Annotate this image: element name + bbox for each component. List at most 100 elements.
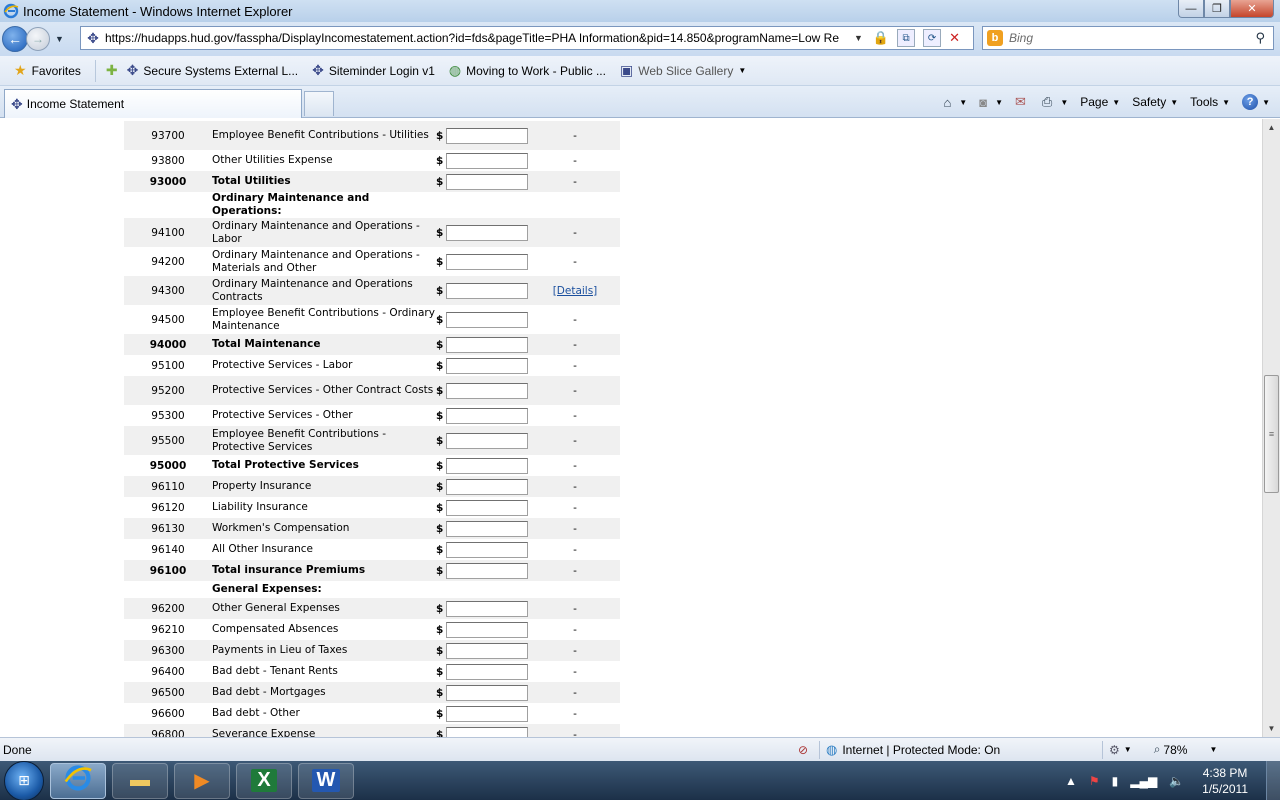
taskbar-media-player-button[interactable]: ▶ (174, 762, 230, 799)
status-bar: Done ⊘ ◍ Internet | Protected Mode: On ⚙… (0, 737, 1280, 761)
close-window-button[interactable]: ✕ (1230, 0, 1274, 18)
address-bar[interactable]: ✥ https://hudapps.hud.gov/fasspha/Displa… (80, 26, 974, 50)
fav-link-secure-systems[interactable]: ✥ Secure Systems External L... (127, 62, 298, 79)
power-icon[interactable]: ▮ (1112, 774, 1119, 788)
fav-link-moving-to-work[interactable]: ◍ Moving to Work - Public ... (449, 62, 606, 79)
refresh-icon[interactable]: ⟳ (923, 29, 942, 47)
page-menu[interactable]: Page ▼ (1080, 95, 1120, 109)
popup-blocked-icon[interactable]: ⊘ (793, 743, 813, 757)
currency-symbol: $ (436, 682, 444, 703)
search-box[interactable]: b Bing ⚲ (982, 26, 1274, 50)
amount-input[interactable] (446, 642, 528, 659)
minimize-button[interactable]: — (1178, 0, 1204, 18)
amount-input[interactable] (446, 357, 528, 374)
currency-symbol (436, 581, 444, 598)
account-code: 96300 (124, 640, 212, 661)
vertical-scrollbar[interactable]: ▲ ≡ ▼ (1262, 119, 1280, 737)
amount-input[interactable] (446, 224, 528, 241)
taskbar-explorer-button[interactable]: ▬ (112, 762, 168, 799)
amount-cell (444, 121, 530, 150)
amount-input[interactable] (446, 382, 528, 399)
show-desktop-button[interactable] (1266, 761, 1280, 800)
security-zone[interactable]: ◍ Internet | Protected Mode: On (826, 742, 1096, 758)
fav-link-siteminder[interactable]: ✥ Siteminder Login v1 (312, 62, 435, 79)
network-icon[interactable]: ▂▄▆ (1130, 774, 1157, 788)
amount-input[interactable] (446, 499, 528, 516)
forward-button[interactable]: → (26, 27, 50, 51)
account-description: Ordinary Maintenance and Operations: (212, 192, 370, 217)
table-row: 96400 Bad debt - Tenant Rents $ - (124, 661, 620, 682)
account-description: General Expenses: (212, 583, 322, 595)
amount-input[interactable] (446, 541, 528, 558)
protected-mode-icon[interactable]: ⚙ (1109, 743, 1120, 757)
search-icon[interactable]: ⚲ (1255, 30, 1265, 46)
chevron-down-icon[interactable]: ▼ (1124, 745, 1132, 754)
favorites-button[interactable]: ★ Favorites (14, 62, 81, 79)
amount-input[interactable] (446, 726, 528, 737)
details-placeholder: - (530, 334, 620, 355)
tab-income-statement[interactable]: ✥ Income Statement (4, 89, 302, 118)
amount-input[interactable] (446, 684, 528, 701)
new-tab-button[interactable] (304, 91, 334, 116)
amount-cell (444, 497, 530, 518)
address-dropdown[interactable]: ▼ (854, 33, 863, 43)
amount-input[interactable] (446, 127, 528, 144)
feeds-button[interactable]: ◙ ▼ (979, 95, 1003, 110)
taskbar-word-button[interactable]: W (298, 762, 354, 799)
taskbar-excel-button[interactable]: X (236, 762, 292, 799)
amount-input[interactable] (446, 562, 528, 579)
fav-link-web-slice-gallery[interactable]: ▣ Web Slice Gallery ▼ (620, 62, 746, 79)
search-input[interactable]: Bing (1009, 31, 1255, 45)
stop-icon[interactable]: ✕ (949, 30, 960, 46)
account-code: 93800 (151, 154, 185, 167)
amount-input[interactable] (446, 282, 528, 299)
print-button[interactable]: ⎙ ▼ (1042, 94, 1068, 110)
window-title: Income Statement - Windows Internet Expl… (23, 3, 293, 19)
fav-link-label: Web Slice Gallery (638, 63, 734, 78)
volume-icon[interactable]: 🔈 (1169, 774, 1184, 788)
restore-button[interactable]: ❐ (1204, 0, 1230, 18)
home-button[interactable]: ⌂ ▼ (943, 95, 967, 110)
amount-input[interactable] (446, 600, 528, 617)
recent-pages-dropdown[interactable]: ▼ (55, 34, 64, 44)
url-text[interactable]: https://hudapps.hud.gov/fasspha/DisplayI… (105, 31, 850, 45)
clock[interactable]: 4:38 PM 1/5/2011 (1202, 765, 1248, 797)
compatibility-view-icon[interactable]: ⧉ (897, 29, 916, 47)
home-icon: ⌂ (943, 94, 952, 110)
table-row: 94100 Ordinary Maintenance and Operations… (124, 218, 620, 247)
amount-input[interactable] (446, 407, 528, 424)
add-to-favorites-bar-button[interactable]: ✚ (106, 62, 123, 79)
currency-symbol: $ (436, 121, 444, 150)
amount-input[interactable] (446, 663, 528, 680)
help-menu[interactable]: ? ▼ (1242, 94, 1270, 110)
web-slice-icon: ▣ (619, 62, 634, 78)
show-hidden-icons-button[interactable]: ▲ (1065, 774, 1077, 788)
scroll-up-button[interactable]: ▲ (1263, 119, 1280, 136)
details-link[interactable]: [Details] (553, 285, 598, 297)
amount-input[interactable] (446, 478, 528, 495)
back-button[interactable]: ← (2, 26, 28, 52)
tools-menu[interactable]: Tools ▼ (1190, 95, 1230, 109)
safety-menu[interactable]: Safety ▼ (1132, 95, 1178, 109)
taskbar-ie-button[interactable] (50, 762, 106, 799)
details-placeholder: - (573, 459, 577, 472)
amount-input[interactable] (446, 173, 528, 190)
read-mail-button[interactable]: ✉ (1015, 94, 1030, 110)
scrollbar-thumb[interactable]: ≡ (1264, 375, 1279, 493)
amount-input[interactable] (446, 457, 528, 474)
amount-input[interactable] (446, 311, 528, 328)
amount-input[interactable] (446, 152, 528, 169)
amount-input[interactable] (446, 336, 528, 353)
start-button[interactable]: ⊞ (4, 760, 44, 800)
lock-icon[interactable]: 🔒 (873, 30, 889, 46)
scroll-down-button[interactable]: ▼ (1263, 720, 1280, 737)
title-bar: Income Statement - Windows Internet Expl… (0, 0, 1280, 22)
amount-input[interactable] (446, 705, 528, 722)
amount-input[interactable] (446, 621, 528, 638)
amount-input[interactable] (446, 253, 528, 270)
action-center-icon[interactable]: ⚑ (1089, 774, 1100, 788)
zoom-control[interactable]: ⌕ 78% ▼ (1154, 742, 1218, 757)
amount-input[interactable] (446, 432, 528, 449)
amount-input[interactable] (446, 520, 528, 537)
details-placeholder: - (573, 255, 577, 268)
